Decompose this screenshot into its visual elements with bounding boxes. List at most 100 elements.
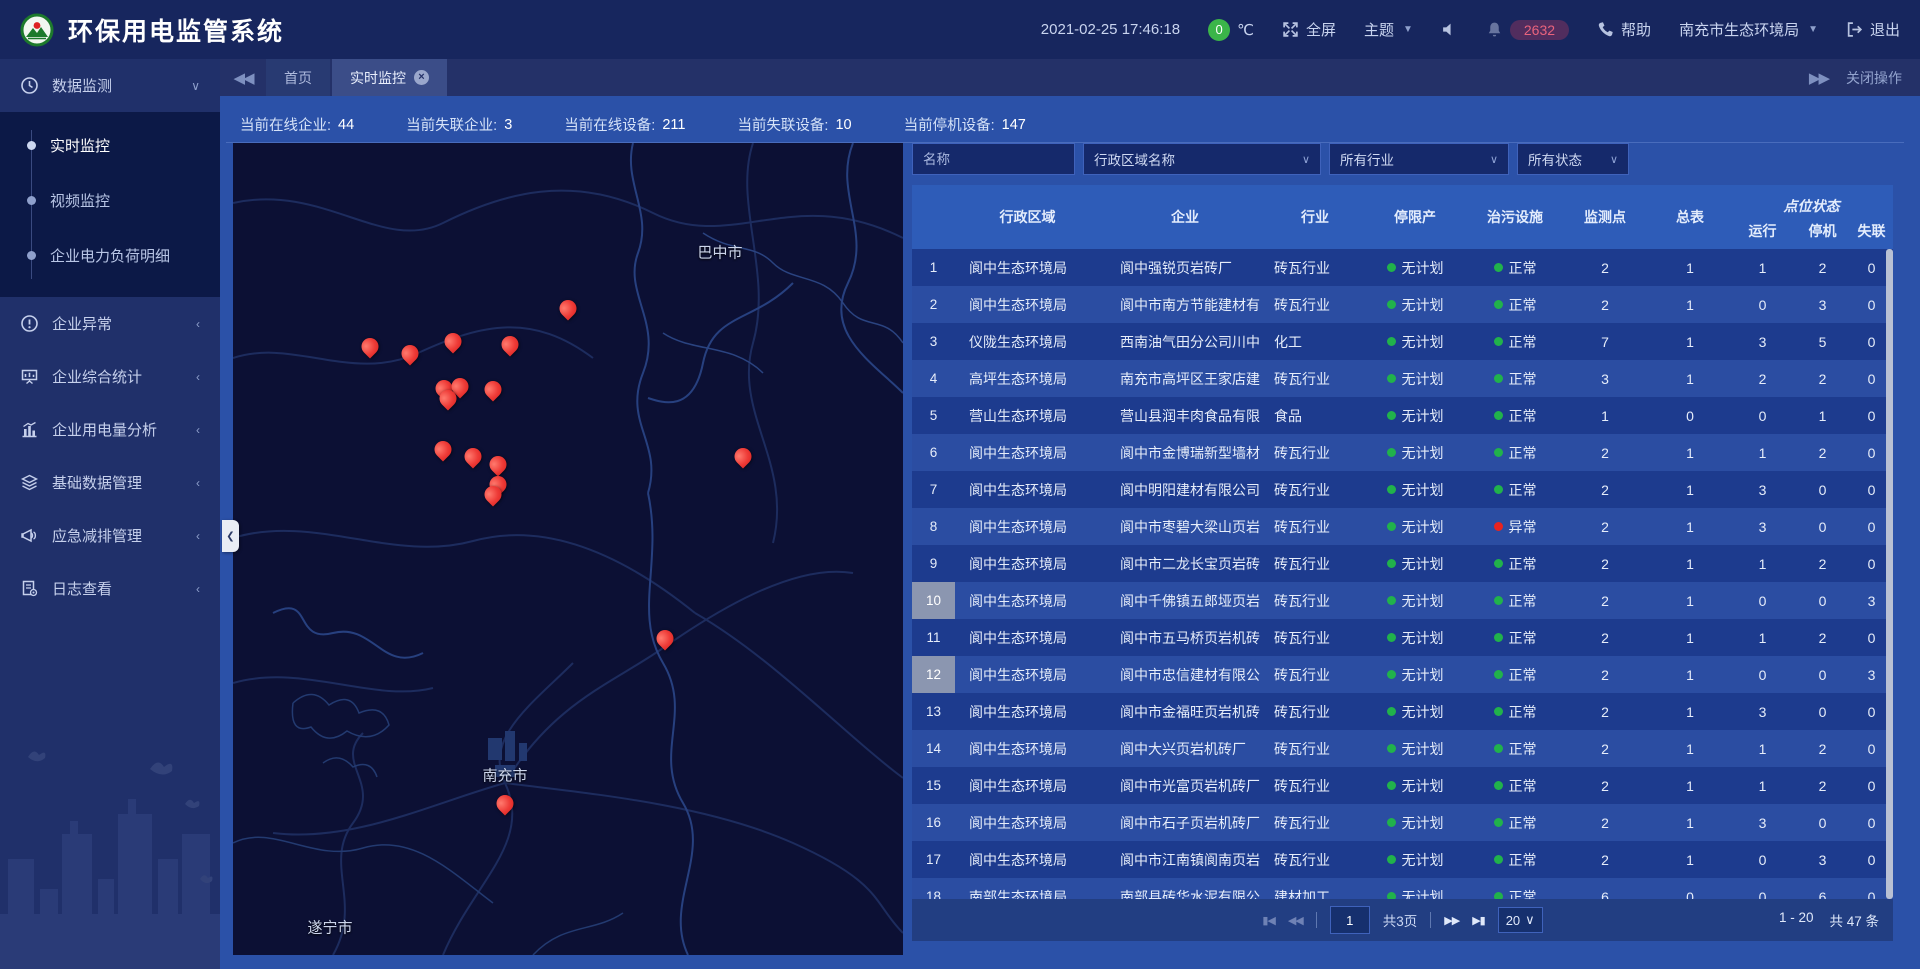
name-filter-input[interactable] xyxy=(912,143,1075,175)
map-pin-icon[interactable] xyxy=(440,390,457,407)
fullscreen-label: 全屏 xyxy=(1306,19,1336,40)
table-row[interactable]: 5营山生态环境局营山县润丰肉食品有限食品无计划正常10010 xyxy=(912,397,1893,434)
cell-facility-status: 正常 xyxy=(1470,360,1560,397)
sidebar-item-6[interactable]: 日志查看‹ xyxy=(0,562,220,615)
map-pin-icon[interactable] xyxy=(402,345,419,362)
cell-stopped: 2 xyxy=(1795,360,1850,397)
sidebar-item-4[interactable]: 基础数据管理‹ xyxy=(0,456,220,509)
cell-index: 4 xyxy=(912,360,955,397)
table-row[interactable]: 4高坪生态环境局南充市高坪区王家店建砖瓦行业无计划正常31220 xyxy=(912,360,1893,397)
map[interactable]: 巴中市南充市遂宁市 xyxy=(233,143,903,955)
tabs-scroll-right-button[interactable]: ▶▶ xyxy=(1809,69,1828,87)
cell-company: 阆中千佛镇五郎垭页岩 xyxy=(1100,582,1270,619)
cell-region: 阆中生态环境局 xyxy=(955,804,1100,841)
region-filter-select[interactable]: 行政区域名称 ∨ xyxy=(1083,143,1321,175)
cell-facility-status: 正常 xyxy=(1470,693,1560,730)
table-row[interactable]: 3仪陇生态环境局西南油气田分公司川中化工无计划正常71350 xyxy=(912,323,1893,360)
sidebar-item-1[interactable]: 企业异常‹ xyxy=(0,297,220,350)
table-row[interactable]: 15阆中生态环境局阆中市光富页岩机砖厂砖瓦行业无计划正常21120 xyxy=(912,767,1893,804)
logout-button[interactable]: 退出 xyxy=(1846,19,1900,40)
cell-industry: 砖瓦行业 xyxy=(1270,286,1360,323)
map-pin-icon[interactable] xyxy=(485,381,502,398)
table-row[interactable]: 12阆中生态环境局阆中市忠信建材有限公砖瓦行业无计划正常21003 xyxy=(912,656,1893,693)
map-pin-icon[interactable] xyxy=(435,441,452,458)
cell-monitor-points: 6 xyxy=(1560,878,1650,899)
cell-stopped: 1 xyxy=(1795,397,1850,434)
status-filter-select[interactable]: 所有状态 ∨ xyxy=(1517,143,1629,175)
cell-running: 0 xyxy=(1730,841,1795,878)
table-row[interactable]: 18南部生态环境局南部县砖华水泥有限公建材加工无计划正常60060 xyxy=(912,878,1893,899)
sidebar-item-2[interactable]: 企业综合统计‹ xyxy=(0,350,220,403)
org-dropdown[interactable]: 南充市生态环境局 ▼ xyxy=(1679,19,1818,40)
table-row[interactable]: 6阆中生态环境局阆中市金博瑞新型墙材砖瓦行业无计划正常21120 xyxy=(912,434,1893,471)
table-row[interactable]: 2阆中生态环境局阆中市南方节能建材有砖瓦行业无计划正常21030 xyxy=(912,286,1893,323)
sidebar-item-5[interactable]: 应急减排管理‹ xyxy=(0,509,220,562)
first-page-button[interactable]: ▮◀ xyxy=(1262,914,1275,927)
table-row[interactable]: 16阆中生态环境局阆中市石子页岩机砖厂砖瓦行业无计划正常21300 xyxy=(912,804,1893,841)
status-dot-icon xyxy=(1494,448,1503,457)
tab-0[interactable]: 首页 xyxy=(266,59,330,96)
table-row[interactable]: 17阆中生态环境局阆中市江南镇阆南页岩砖瓦行业无计划正常21030 xyxy=(912,841,1893,878)
mute-button[interactable] xyxy=(1441,21,1458,38)
page-number-input[interactable] xyxy=(1330,906,1370,934)
app-title: 环保用电监管系统 xyxy=(68,12,284,48)
close-operations-dropdown[interactable]: 关闭操作 xyxy=(1846,68,1902,88)
next-page-button[interactable]: ▶▶ xyxy=(1444,914,1459,927)
prev-page-button[interactable]: ◀◀ xyxy=(1288,914,1303,927)
sidebar-subitem-2[interactable]: 企业电力负荷明细 xyxy=(0,228,220,283)
fullscreen-button[interactable]: 全屏 xyxy=(1282,19,1336,40)
table-row[interactable]: 11阆中生态环境局阆中市五马桥页岩机砖砖瓦行业无计划正常21120 xyxy=(912,619,1893,656)
temperature: 0 ℃ xyxy=(1208,19,1254,41)
status-dot-icon xyxy=(1494,263,1503,272)
help-button[interactable]: 帮助 xyxy=(1597,19,1651,40)
sidebar-item-0[interactable]: 数据监测∨ xyxy=(0,59,220,112)
sidebar-subitem-1[interactable]: 视频监控 xyxy=(0,173,220,228)
cell-total-meters: 1 xyxy=(1650,508,1730,545)
table-row[interactable]: 13阆中生态环境局阆中市金福旺页岩机砖砖瓦行业无计划正常21300 xyxy=(912,693,1893,730)
tabs-scroll-left-button[interactable]: ◀◀ xyxy=(220,59,266,96)
last-page-button[interactable]: ▶▮ xyxy=(1472,914,1485,927)
table-row[interactable]: 14阆中生态环境局阆中大兴页岩机砖厂砖瓦行业无计划正常21120 xyxy=(912,730,1893,767)
table-row[interactable]: 1阆中生态环境局阆中强锐页岩砖厂砖瓦行业无计划正常21120 xyxy=(912,249,1893,286)
cell-running: 0 xyxy=(1730,582,1795,619)
status-dot-icon xyxy=(1494,744,1503,753)
sidebar-subitem-0[interactable]: 实时监控 xyxy=(0,118,220,173)
cell-industry: 砖瓦行业 xyxy=(1270,434,1360,471)
sidebar-collapse-handle[interactable]: ❮ xyxy=(222,520,239,552)
layers-icon xyxy=(20,473,39,492)
cell-region: 阆中生态环境局 xyxy=(955,619,1100,656)
table-scrollbar[interactable] xyxy=(1886,249,1893,899)
table-row[interactable]: 9阆中生态环境局阆中市二龙长宝页岩砖砖瓦行业无计划正常21120 xyxy=(912,545,1893,582)
tab-close-icon[interactable]: × xyxy=(414,70,429,85)
status-dot-icon xyxy=(1387,522,1396,531)
page-size-select[interactable]: 20 ∨ xyxy=(1498,907,1543,933)
cell-industry: 砖瓦行业 xyxy=(1270,730,1360,767)
map-pin-icon[interactable] xyxy=(465,448,482,465)
table-row[interactable]: 10阆中生态环境局阆中千佛镇五郎垭页岩砖瓦行业无计划正常21003 xyxy=(912,582,1893,619)
map-pin-icon[interactable] xyxy=(490,456,507,473)
map-pin-icon[interactable] xyxy=(485,486,502,503)
cell-production-plan: 无计划 xyxy=(1360,397,1470,434)
table-row[interactable]: 7阆中生态环境局阆中明阳建材有限公司砖瓦行业无计划正常21300 xyxy=(912,471,1893,508)
sidebar-item-label: 基础数据管理 xyxy=(52,472,142,493)
col-header-0: 行政区域 xyxy=(955,185,1100,249)
map-pin-icon[interactable] xyxy=(362,338,379,355)
map-pin-icon[interactable] xyxy=(445,333,462,350)
tab-1[interactable]: 实时监控× xyxy=(332,59,447,96)
table-row[interactable]: 8阆中生态环境局阆中市枣碧大梁山页岩砖瓦行业无计划异常21300 xyxy=(912,508,1893,545)
theme-dropdown[interactable]: 主题 ▼ xyxy=(1364,19,1413,40)
industry-filter-select[interactable]: 所有行业 ∨ xyxy=(1329,143,1509,175)
cell-facility-status: 正常 xyxy=(1470,545,1560,582)
map-pin-icon[interactable] xyxy=(502,336,519,353)
map-pin-icon[interactable] xyxy=(657,630,674,647)
cell-index: 12 xyxy=(912,656,955,693)
cell-facility-status: 正常 xyxy=(1470,804,1560,841)
status-dot-icon xyxy=(1494,818,1503,827)
map-pin-icon[interactable] xyxy=(497,795,514,812)
cell-production-plan: 无计划 xyxy=(1360,508,1470,545)
cell-stopped: 2 xyxy=(1795,249,1850,286)
map-pin-icon[interactable] xyxy=(735,448,752,465)
sidebar-item-3[interactable]: 企业用电量分析‹ xyxy=(0,403,220,456)
notifications[interactable]: 2632 xyxy=(1486,20,1569,40)
map-pin-icon[interactable] xyxy=(560,300,577,317)
